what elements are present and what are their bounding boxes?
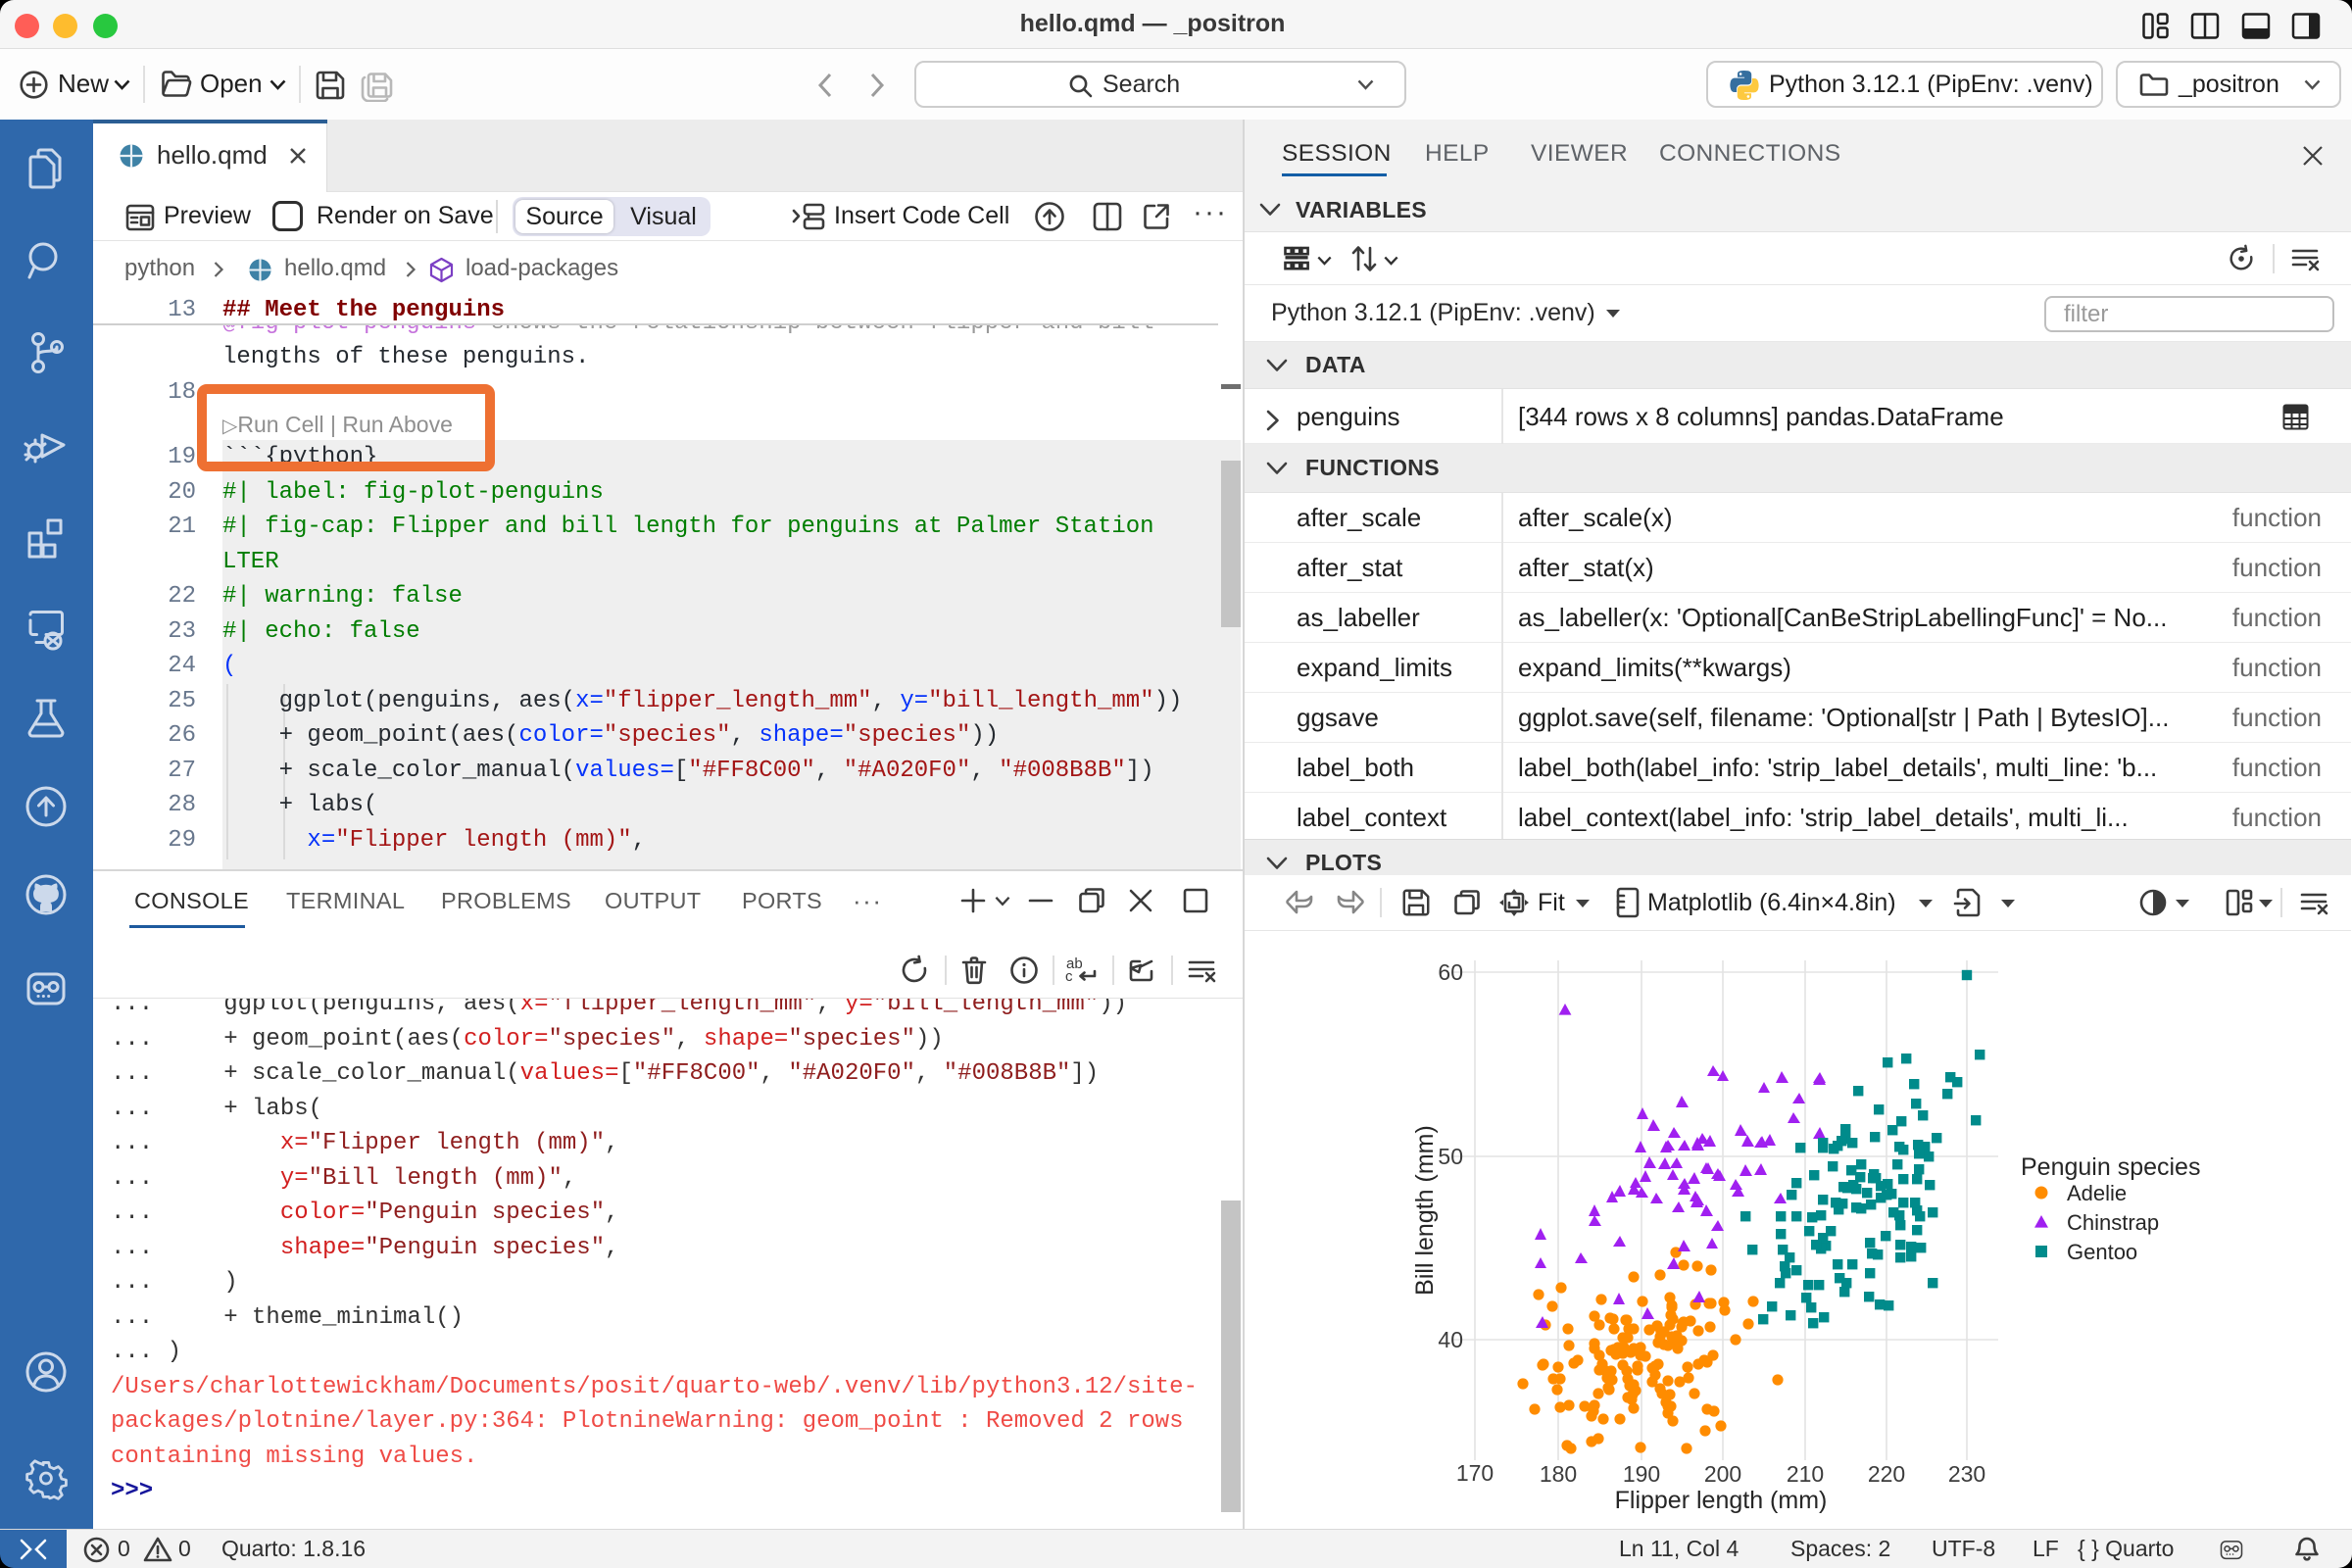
svg-text:Chinstrap: Chinstrap	[2067, 1210, 2159, 1235]
svg-text:Penguin species: Penguin species	[2021, 1153, 2200, 1181]
svg-text:Bill length (mm): Bill length (mm)	[1411, 1125, 1439, 1296]
svg-text:Adelie: Adelie	[2067, 1181, 2127, 1205]
svg-text:180: 180	[1540, 1461, 1577, 1487]
svg-text:c: c	[1065, 968, 1073, 985]
svg-text:210: 210	[1787, 1461, 1824, 1487]
svg-text:50: 50	[1438, 1144, 1463, 1169]
svg-text:190: 190	[1623, 1461, 1660, 1487]
svg-text:40: 40	[1438, 1327, 1463, 1352]
svg-text:Flipper length (mm): Flipper length (mm)	[1615, 1487, 1828, 1514]
svg-text:Gentoo: Gentoo	[2067, 1240, 2137, 1264]
svg-text:170: 170	[1456, 1460, 1494, 1486]
svg-text:60: 60	[1438, 959, 1463, 985]
svg-text:230: 230	[1948, 1461, 1985, 1487]
svg-text:200: 200	[1704, 1461, 1741, 1487]
svg-text:220: 220	[1868, 1461, 1905, 1487]
